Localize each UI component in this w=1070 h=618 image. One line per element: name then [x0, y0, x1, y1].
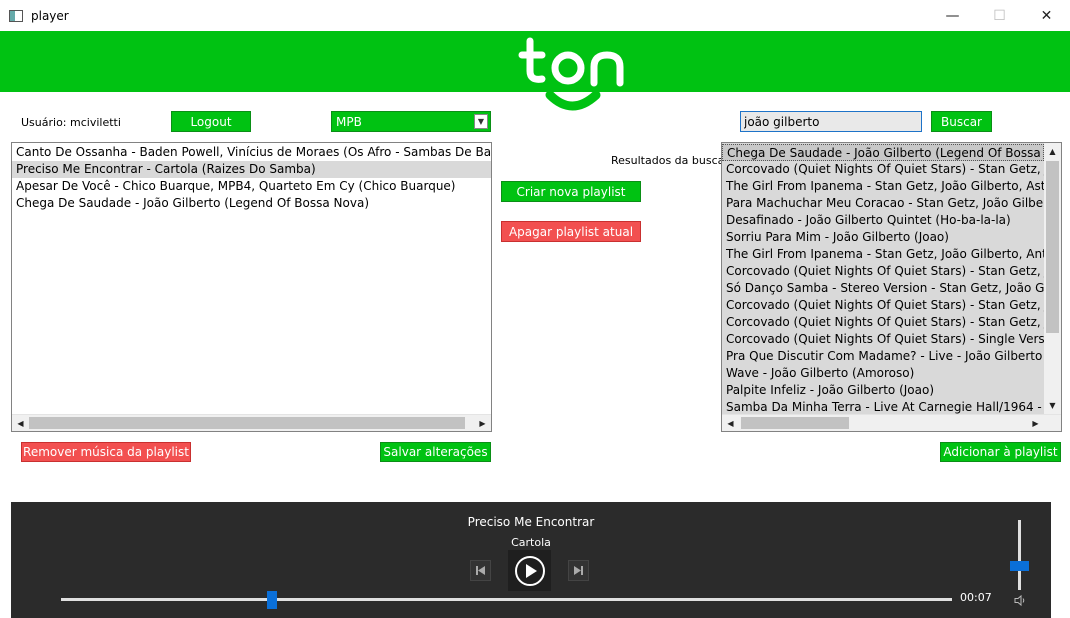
search-result-item[interactable]: Desafinado - João Gilberto Quintet (Ho-b… — [722, 212, 1044, 229]
search-result-item[interactable]: Pra Que Discutir Com Madame? - Live - Jo… — [722, 348, 1044, 365]
remove-song-button[interactable]: Remover música da playlist — [21, 442, 191, 462]
scroll-thumb[interactable] — [1046, 161, 1059, 333]
scroll-right-icon[interactable]: ▶ — [474, 415, 491, 431]
search-result-item[interactable]: The Girl From Ipanema - Stan Getz, João … — [722, 246, 1044, 263]
search-result-item[interactable]: Palpite Infeliz - João Gilberto (Joao) — [722, 382, 1044, 399]
search-input[interactable] — [740, 111, 922, 132]
genre-selected: MPB — [336, 114, 362, 129]
progress-track[interactable] — [61, 598, 952, 601]
user-label: Usuário: mciviletti — [21, 116, 121, 129]
now-playing-title: Preciso Me Encontrar — [467, 515, 595, 529]
scroll-thumb[interactable] — [741, 417, 849, 429]
next-button[interactable] — [568, 560, 589, 581]
results-label: Resultados da busca: — [611, 154, 729, 167]
search-results-list[interactable]: Chega De Saudade - João Gilberto (Legend… — [721, 142, 1062, 432]
save-changes-button[interactable]: Salvar alterações — [380, 442, 491, 462]
ton-logo — [517, 36, 625, 111]
search-result-item[interactable]: Corcovado (Quiet Nights Of Quiet Stars) … — [722, 161, 1044, 178]
skip-next-icon — [574, 566, 583, 575]
speaker-icon[interactable] — [1014, 594, 1027, 607]
logout-button[interactable]: Logout — [171, 111, 251, 132]
playlist-item[interactable]: Apesar De Você - Chico Buarque, MPB4, Qu… — [12, 178, 491, 195]
search-button[interactable]: Buscar — [931, 111, 992, 132]
playlist-item[interactable]: Canto De Ossanha - Baden Powell, Viníciu… — [12, 144, 491, 161]
genre-select[interactable]: MPB ▼ — [331, 111, 491, 132]
search-result-item[interactable]: Chega De Saudade - João Gilberto (Legend… — [722, 144, 1044, 161]
search-result-item[interactable]: Corcovado (Quiet Nights Of Quiet Stars) … — [722, 331, 1044, 348]
play-button[interactable] — [508, 550, 551, 591]
search-result-item[interactable]: Corcovado (Quiet Nights Of Quiet Stars) … — [722, 297, 1044, 314]
search-result-item[interactable]: Para Machuchar Meu Coracao - Stan Getz, … — [722, 195, 1044, 212]
playlist-item[interactable]: Preciso Me Encontrar - Cartola (Raizes D… — [12, 161, 491, 178]
volume-handle[interactable] — [1010, 560, 1029, 571]
app-icon — [9, 9, 23, 22]
volume-track[interactable] — [1018, 520, 1021, 590]
search-result-item[interactable]: Sorriu Para Mim - João Gilberto (Joao) — [722, 229, 1044, 246]
search-result-item[interactable]: The Girl From Ipanema - Stan Getz, João … — [722, 178, 1044, 195]
scroll-up-icon[interactable]: ▲ — [1044, 143, 1061, 160]
minimize-button[interactable]: — — [929, 0, 976, 31]
scroll-right-icon[interactable]: ▶ — [1027, 415, 1044, 431]
close-button[interactable]: ✕ — [1023, 0, 1070, 31]
playlist-hscrollbar[interactable]: ◀ ▶ — [12, 414, 491, 431]
window-title: player — [31, 8, 69, 23]
progress-handle[interactable] — [267, 591, 278, 609]
chevron-down-icon[interactable]: ▼ — [474, 114, 488, 129]
add-to-playlist-button[interactable]: Adicionar à playlist — [940, 442, 1061, 462]
search-result-item[interactable]: Corcovado (Quiet Nights Of Quiet Stars) … — [722, 263, 1044, 280]
maximize-button[interactable]: ☐ — [976, 0, 1023, 31]
title-bar: player — ☐ ✕ — [0, 0, 1070, 31]
search-result-item[interactable]: Wave - João Gilberto (Amoroso) — [722, 365, 1044, 382]
delete-playlist-button[interactable]: Apagar playlist atual — [501, 221, 641, 242]
scroll-thumb[interactable] — [29, 417, 465, 429]
playlist-list[interactable]: Canto De Ossanha - Baden Powell, Viníciu… — [11, 142, 492, 432]
search-result-item[interactable]: Só Danço Samba - Stereo Version - Stan G… — [722, 280, 1044, 297]
media-player: Preciso Me Encontrar Cartola 00:07 — [11, 502, 1051, 618]
create-playlist-button[interactable]: Criar nova playlist — [501, 181, 641, 202]
results-vscrollbar[interactable]: ▲ ▼ — [1044, 143, 1061, 414]
time-display: 00:07 — [960, 591, 992, 604]
play-icon — [514, 555, 545, 586]
playlist-item[interactable]: Chega De Saudade - João Gilberto (Legend… — [12, 195, 491, 212]
search-result-item[interactable]: Corcovado (Quiet Nights Of Quiet Stars) … — [722, 314, 1044, 331]
results-hscrollbar[interactable]: ◀ ▶ — [722, 414, 1061, 431]
scroll-down-icon[interactable]: ▼ — [1044, 397, 1061, 414]
previous-button[interactable] — [470, 560, 491, 581]
scroll-left-icon[interactable]: ◀ — [12, 415, 29, 431]
now-playing-artist: Cartola — [511, 536, 551, 549]
skip-previous-icon — [476, 566, 485, 575]
scroll-left-icon[interactable]: ◀ — [722, 415, 739, 431]
